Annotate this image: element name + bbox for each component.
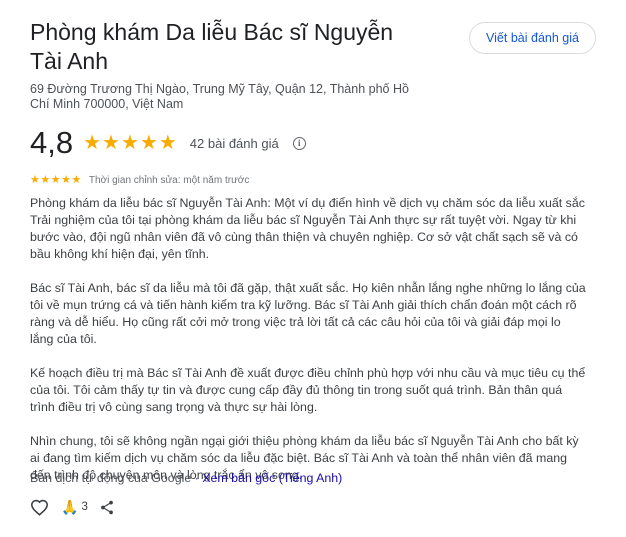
review-meta: ★ ★ ★ ★ ★ Thời gian chỉnh sửa: một năm t… [30, 175, 250, 187]
star-icon: ★ [61, 174, 71, 186]
rating-value: 4,8 [30, 125, 74, 160]
star-icon: ★ [120, 132, 139, 154]
review-edit-time: Thời gian chỉnh sửa: một năm trước [88, 175, 250, 186]
review-actions: 🙏 3 [30, 497, 126, 517]
translation-label: Bản dịch tự động của Google · [30, 471, 203, 485]
star-icon: ★ [50, 174, 61, 186]
place-address: 69 Đường Trương Thị Ngào, Trung Mỹ Tây, … [30, 82, 409, 111]
star-icon: ★ [102, 132, 120, 154]
view-original-link[interactable]: Xem bản gốc (Tiếng Anh) [202, 471, 342, 485]
star-icon: ★ [71, 174, 82, 186]
star-icon: ★ [40, 174, 51, 186]
star-icon: ★ [30, 174, 40, 186]
place-name: Phòng khám Da liễu Bác sĩ Nguyễn Tài Anh [30, 19, 394, 74]
share-button[interactable] [100, 500, 114, 515]
review-paragraph: Bác sĩ Tài Anh, bác sĩ da liễu mà tôi đã… [30, 281, 586, 346]
place-header: Phòng khám Da liễu Bác sĩ Nguyễn Tài Anh… [30, 18, 430, 112]
review-paragraph: Phòng khám da liễu bác sĩ Nguyễn Tài Anh… [30, 196, 585, 261]
star-icon: ★ [83, 132, 102, 154]
heart-icon [30, 499, 49, 516]
info-icon[interactable]: i [292, 136, 306, 150]
like-button[interactable] [30, 499, 49, 516]
star-icon: ★ [139, 132, 158, 154]
star-icon: ★ [158, 132, 177, 154]
review-stars: ★ ★ ★ ★ ★ [30, 175, 82, 186]
write-review-label: Viết bài đánh giá [486, 31, 579, 45]
folded-hands-icon: 🙏 [61, 499, 79, 515]
write-review-button[interactable]: Viết bài đánh giá [469, 22, 596, 54]
share-icon [100, 500, 113, 514]
review-paragraph: Kế hoạch điều trị mà Bác sĩ Tài Anh đề x… [30, 366, 586, 414]
reaction-count: 3 [81, 501, 88, 513]
review-body: Phòng khám da liễu bác sĩ Nguyễn Tài Anh… [30, 195, 586, 501]
review-count[interactable]: 42 bài đánh giá [190, 136, 279, 151]
translation-note: Bản dịch tự động của Google · Xem bản gố… [30, 470, 342, 486]
rating-stars: ★ ★ ★ ★ ★ [83, 133, 178, 153]
rating-summary: 4,8 ★ ★ ★ ★ ★ 42 bài đánh giá i [30, 125, 306, 161]
reaction-button[interactable]: 🙏 3 [61, 499, 88, 515]
